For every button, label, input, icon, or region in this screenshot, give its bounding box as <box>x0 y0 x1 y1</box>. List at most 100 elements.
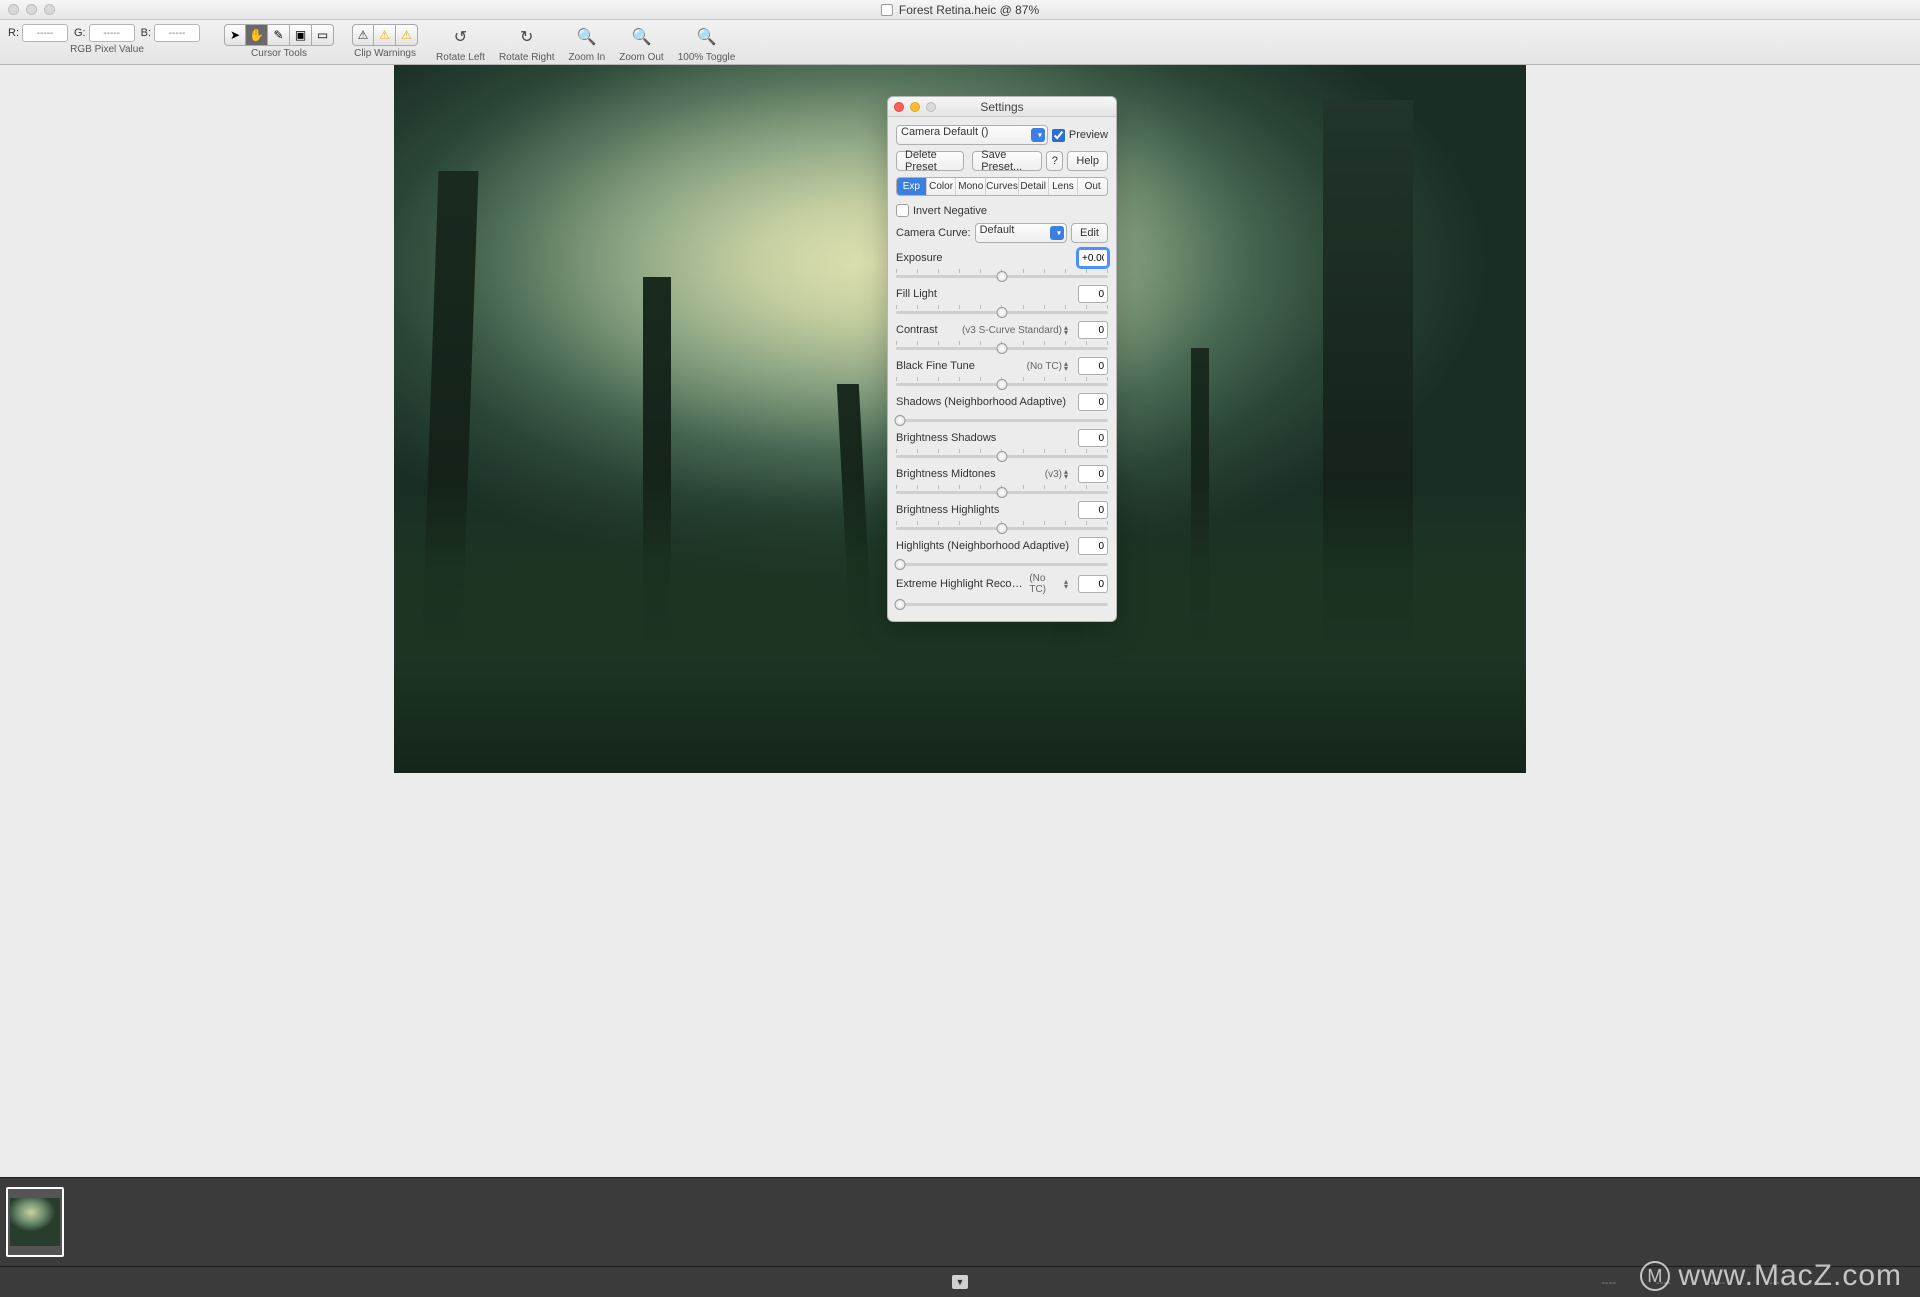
window-traffic-lights[interactable] <box>8 4 55 15</box>
zoom-out-tool[interactable]: 🔍 Zoom Out <box>619 24 663 63</box>
param-bright_high-slider[interactable] <box>896 521 1108 533</box>
param-contrast-label: Contrast <box>896 324 938 336</box>
rotate-right-tool[interactable]: ↻ Rotate Right <box>499 24 555 63</box>
clip-warning-white-button[interactable]: ⚠ <box>396 24 418 46</box>
param-bright_high-input[interactable] <box>1078 501 1108 519</box>
param-bright_mid-input[interactable] <box>1078 465 1108 483</box>
edit-curve-button[interactable]: Edit <box>1071 223 1108 243</box>
tab-mono[interactable]: Mono <box>956 178 986 195</box>
minimize-window-icon[interactable] <box>26 4 37 15</box>
param-bright_high-label: Brightness Highlights <box>896 504 999 516</box>
slider-knob[interactable] <box>997 307 1008 318</box>
zoom-in-tool[interactable]: 🔍 Zoom In <box>569 24 606 63</box>
slider-knob[interactable] <box>997 379 1008 390</box>
close-window-icon[interactable] <box>8 4 19 15</box>
b-value-input[interactable] <box>154 24 200 42</box>
panel-zoom-icon[interactable] <box>926 102 936 112</box>
param-shadows_na-slider[interactable] <box>896 413 1108 425</box>
ruler-icon: ▭ <box>317 28 328 42</box>
param-extreme_hl-input[interactable] <box>1078 575 1108 593</box>
crop-tool-button[interactable]: ▣ <box>290 24 312 46</box>
filmstrip[interactable] <box>0 1177 1920 1267</box>
tab-lens[interactable]: Lens <box>1049 178 1079 195</box>
param-black_fine-input[interactable] <box>1078 357 1108 375</box>
preview-checkbox[interactable] <box>1052 129 1065 142</box>
param-contrast-input[interactable] <box>1078 321 1108 339</box>
param-contrast-slider[interactable] <box>896 341 1108 353</box>
cursor-tools-group: ➤ ✋ ✎ ▣ ▭ Cursor Tools <box>224 24 334 59</box>
param-bright_mid-slider[interactable] <box>896 485 1108 497</box>
param-shadows_na-input[interactable] <box>1078 393 1108 411</box>
tab-curves[interactable]: Curves <box>986 178 1019 195</box>
tab-color[interactable]: Color <box>927 178 957 195</box>
tab-detail[interactable]: Detail <box>1019 178 1049 195</box>
zoom-window-icon[interactable] <box>44 4 55 15</box>
panel-close-icon[interactable] <box>894 102 904 112</box>
preset-select[interactable]: Camera Default ()▾ <box>896 125 1048 145</box>
window-title: Forest Retina.heic @ 87% <box>881 3 1039 17</box>
chevron-down-icon: ▼ <box>956 1277 965 1287</box>
slider-knob[interactable] <box>997 487 1008 498</box>
param-contrast: Contrast (v3 S-Curve Standard)▴▾ <box>896 321 1108 353</box>
rotate-left-tool[interactable]: ↺ Rotate Left <box>436 24 485 63</box>
camera-curve-select[interactable]: Default▾ <box>975 223 1067 243</box>
slider-knob[interactable] <box>997 343 1008 354</box>
rgb-group-label: RGB Pixel Value <box>70 44 144 55</box>
settings-title: Settings <box>980 100 1023 114</box>
param-shadows_na: Shadows (Neighborhood Adaptive) <box>896 393 1108 425</box>
param-bright_shadows-input[interactable] <box>1078 429 1108 447</box>
param-black_fine-slider[interactable] <box>896 377 1108 389</box>
param-fill_light-input[interactable] <box>1078 285 1108 303</box>
settings-titlebar[interactable]: Settings <box>888 97 1116 117</box>
param-highlights_na-input[interactable] <box>1078 537 1108 555</box>
slider-knob[interactable] <box>895 415 906 426</box>
slider-knob[interactable] <box>997 271 1008 282</box>
panel-minimize-icon[interactable] <box>910 102 920 112</box>
slider-knob[interactable] <box>895 599 906 610</box>
param-black_fine: Black Fine Tune (No TC)▴▾ <box>896 357 1108 389</box>
param-exposure-slider[interactable] <box>896 269 1108 281</box>
g-value-input[interactable] <box>89 24 135 42</box>
param-highlights_na-slider[interactable] <box>896 557 1108 569</box>
zoom-out-label: Zoom Out <box>619 52 663 63</box>
param-extreme_hl: Extreme Highlight Recovery (No TC)▴▾ <box>896 573 1108 609</box>
thumbnail[interactable] <box>6 1187 64 1257</box>
param-exposure-label: Exposure <box>896 252 942 264</box>
tab-out[interactable]: Out <box>1078 178 1107 195</box>
help-button[interactable]: Help <box>1067 151 1108 171</box>
slider-knob[interactable] <box>997 523 1008 534</box>
invert-negative-checkbox[interactable] <box>896 204 909 217</box>
param-extreme_hl-slider[interactable] <box>896 597 1108 609</box>
param-contrast-extra[interactable]: (v3 S-Curve Standard)▴▾ <box>962 325 1068 336</box>
toggle-100-tool[interactable]: 🔍 100% Toggle <box>678 24 736 63</box>
hand-tool-button[interactable]: ✋ <box>246 24 268 46</box>
help-question-button[interactable]: ? <box>1046 151 1063 171</box>
save-preset-button[interactable]: Save Preset... <box>972 151 1042 171</box>
eyedropper-tool-button[interactable]: ✎ <box>268 24 290 46</box>
param-highlights_na: Highlights (Neighborhood Adaptive) <box>896 537 1108 569</box>
param-bright_mid-extra[interactable]: (v3)▴▾ <box>1045 469 1068 480</box>
toggle-100-icon: 🔍 <box>694 24 720 50</box>
tab-exp[interactable]: Exp <box>897 178 927 195</box>
preview-label: Preview <box>1069 129 1108 141</box>
expand-arrow-button[interactable]: ▼ <box>952 1275 968 1289</box>
question-icon: ? <box>1052 155 1058 167</box>
clip-warning-black-button[interactable]: ⚠ <box>352 24 374 46</box>
param-black_fine-extra[interactable]: (No TC)▴▾ <box>1027 361 1068 372</box>
toggle-100-label: 100% Toggle <box>678 52 736 63</box>
param-exposure-input[interactable] <box>1078 249 1108 267</box>
param-extreme_hl-extra[interactable]: (No TC)▴▾ <box>1029 573 1068 595</box>
thumbnail-image <box>10 1198 60 1246</box>
r-value-input[interactable] <box>22 24 68 42</box>
slider-knob[interactable] <box>895 559 906 570</box>
pointer-tool-button[interactable]: ➤ <box>224 24 246 46</box>
param-fill_light-slider[interactable] <box>896 305 1108 317</box>
warning-black-icon: ⚠ <box>358 28 369 42</box>
clip-warning-mid-button[interactable]: ⚠ <box>374 24 396 46</box>
delete-preset-button[interactable]: Delete Preset <box>896 151 964 171</box>
ruler-tool-button[interactable]: ▭ <box>312 24 334 46</box>
param-bright_shadows-slider[interactable] <box>896 449 1108 461</box>
crop-icon: ▣ <box>295 28 306 42</box>
param-fill_light: Fill Light <box>896 285 1108 317</box>
slider-knob[interactable] <box>997 451 1008 462</box>
